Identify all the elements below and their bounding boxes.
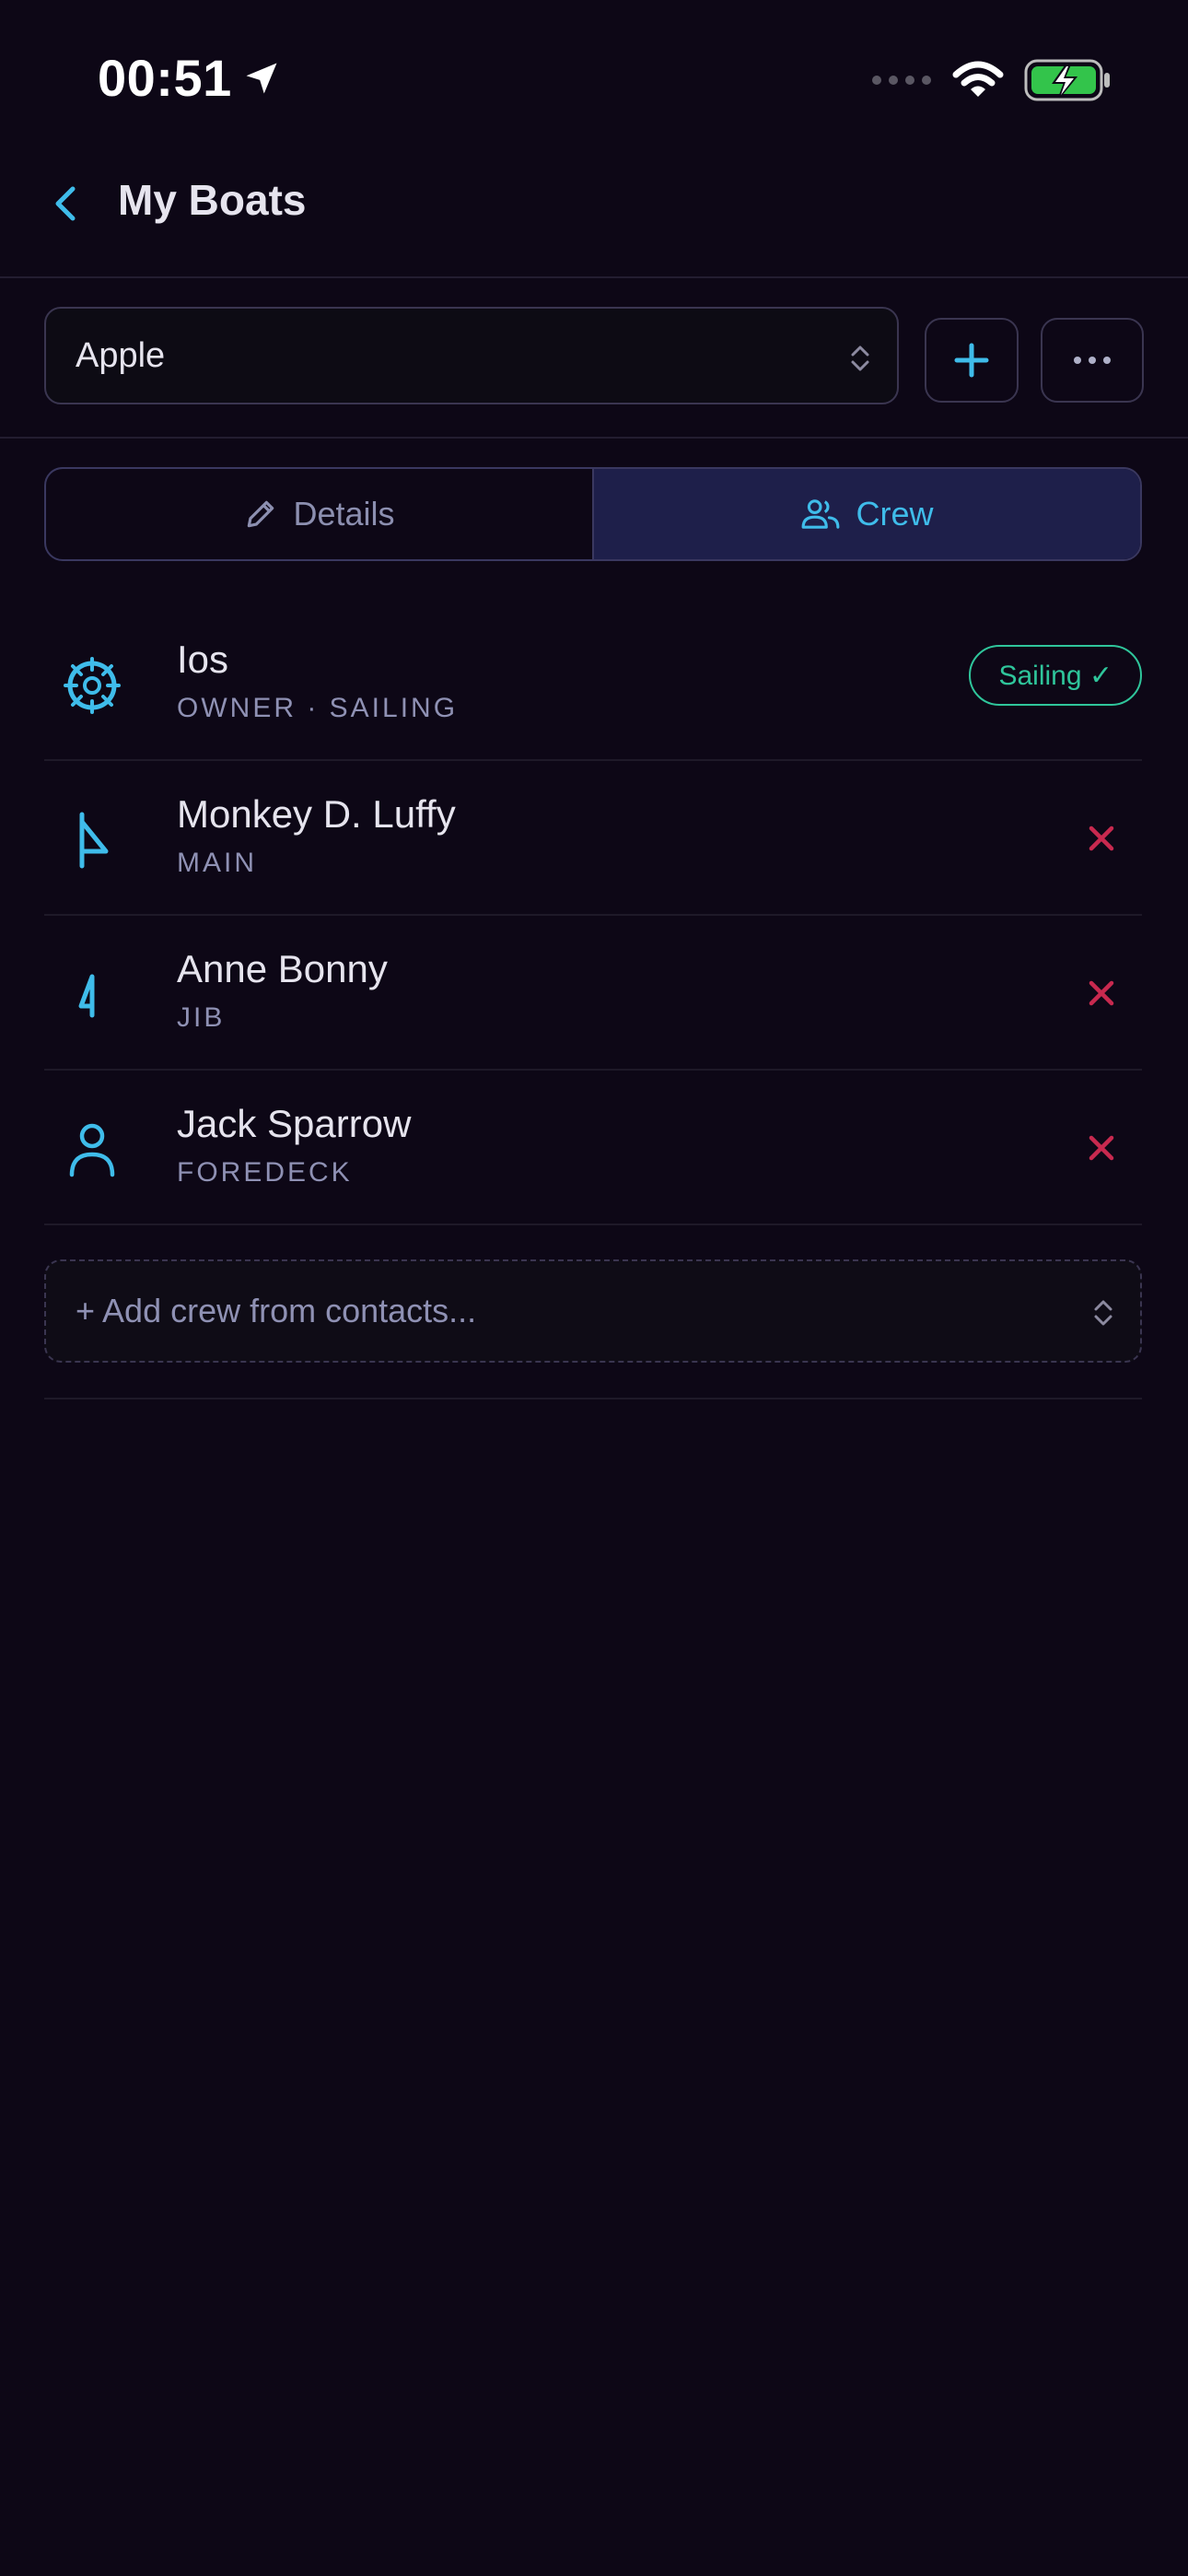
crew-name: Jack Sparrow bbox=[177, 1102, 412, 1145]
crew-name: Anne Bonny bbox=[177, 947, 388, 990]
add-boat-button[interactable] bbox=[925, 318, 1019, 403]
close-icon bbox=[1089, 980, 1114, 1006]
battery-charging-icon bbox=[1024, 59, 1110, 101]
tab-details[interactable]: Details bbox=[46, 469, 594, 559]
boat-select[interactable]: Apple bbox=[44, 307, 899, 404]
users-icon bbox=[802, 499, 840, 529]
ellipsis-icon bbox=[1074, 357, 1111, 364]
crew-role: OWNER · SAILING bbox=[177, 693, 459, 723]
tab-details-label: Details bbox=[293, 495, 395, 533]
status-bar-time: 00:51 bbox=[98, 48, 282, 108]
tab-crew-label: Crew bbox=[856, 495, 934, 533]
person-icon bbox=[55, 1113, 129, 1187]
jib-icon bbox=[55, 958, 129, 1032]
crew-role: JIB bbox=[177, 1002, 226, 1033]
wifi-icon bbox=[952, 61, 1004, 97]
crew-role: FOREDECK bbox=[177, 1157, 353, 1188]
pencil-icon bbox=[248, 500, 274, 528]
page-title: My Boats bbox=[118, 176, 307, 224]
crew-row[interactable]: Monkey D. Luffy MAIN bbox=[44, 761, 1142, 916]
crew-name: Monkey D. Luffy bbox=[177, 792, 456, 836]
crew-row[interactable]: Jack Sparrow FOREDECK bbox=[44, 1071, 1142, 1225]
chevron-updown-icon bbox=[1094, 1300, 1112, 1326]
more-options-button[interactable] bbox=[1041, 318, 1144, 403]
location-arrow-icon bbox=[246, 63, 277, 93]
list-bottom-divider bbox=[44, 1398, 1142, 1399]
chevron-left-icon bbox=[55, 186, 76, 221]
boat-select-value: Apple bbox=[76, 335, 166, 375]
remove-crew-button[interactable] bbox=[1077, 1124, 1125, 1172]
crew-row[interactable]: Ios OWNER · SAILING Sailing ✓ bbox=[44, 606, 1142, 761]
crew-name: Ios bbox=[177, 638, 229, 681]
back-button[interactable] bbox=[42, 171, 88, 236]
close-icon bbox=[1089, 825, 1114, 851]
add-crew-placeholder: + Add crew from contacts... bbox=[76, 1292, 477, 1329]
header-divider bbox=[0, 276, 1188, 278]
add-crew-select[interactable]: + Add crew from contacts... bbox=[44, 1259, 1142, 1363]
mainsail-icon bbox=[55, 803, 129, 877]
selector-divider bbox=[0, 437, 1188, 439]
crew-role: MAIN bbox=[177, 848, 257, 878]
cellular-signal-icon bbox=[872, 76, 931, 85]
tab-crew[interactable]: Crew bbox=[594, 469, 1140, 559]
helm-icon bbox=[55, 649, 129, 722]
plus-icon bbox=[954, 343, 989, 378]
crew-row[interactable]: Anne Bonny JIB bbox=[44, 916, 1142, 1071]
tab-bar: Details Crew bbox=[44, 467, 1142, 561]
chevron-updown-icon bbox=[851, 345, 869, 371]
remove-crew-button[interactable] bbox=[1077, 814, 1125, 862]
close-icon bbox=[1089, 1135, 1114, 1161]
remove-crew-button[interactable] bbox=[1077, 969, 1125, 1017]
sailing-status-badge[interactable]: Sailing ✓ bbox=[969, 645, 1142, 706]
clock-text: 00:51 bbox=[98, 49, 232, 107]
status-bar-indicators bbox=[871, 57, 1112, 103]
